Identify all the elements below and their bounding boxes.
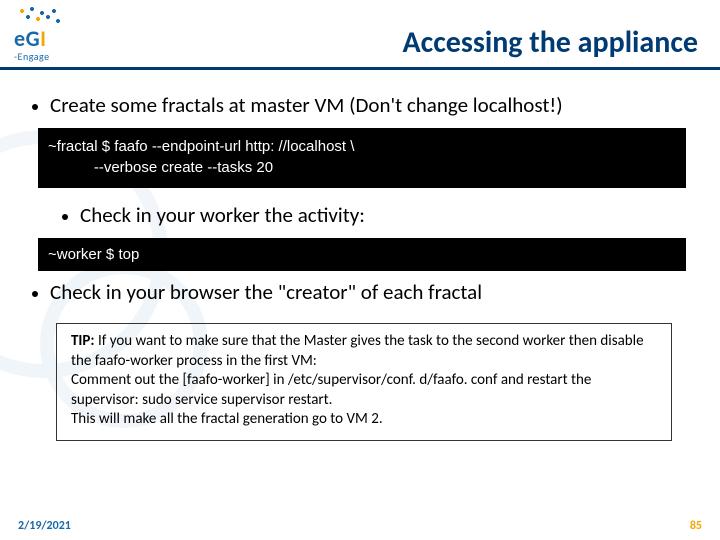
bullet-dot-icon [62,214,68,220]
logo-dots-icon [14,5,74,27]
footer-page-number: 85 [690,519,702,533]
logo: eGI -Engage [14,5,74,67]
bullet-1-text: Create some fractals at master VM (Don't… [50,92,563,118]
code-block-2: ~worker $ top [38,238,686,271]
code-block-1: ~fractal $ faafo --endpoint-url http: //… [38,128,686,188]
logo-subtitle: -Engage [14,50,50,63]
footer: 2/19/2021 85 [0,512,720,540]
footer-date: 2/19/2021 [18,519,71,533]
bullet-dot-icon [32,291,38,297]
bullet-3-text: Check in your browser the "creator" of e… [50,279,482,305]
bullet-1: Create some fractals at master VM (Don't… [32,92,692,118]
tip-lead: TIP: [71,332,95,350]
bullet-2-text: Check in your worker the activity: [80,202,365,228]
bullet-dot-icon [32,104,38,110]
bullet-2: Check in your worker the activity: [62,202,692,228]
tip-box: TIP: If you want to make sure that the M… [56,323,672,441]
slide-content: Create some fractals at master VM (Don't… [0,70,720,441]
bullet-3: Check in your browser the "creator" of e… [32,279,692,305]
tip-body: If you want to make sure that the Master… [71,332,644,428]
header-bar: eGI -Engage Accessing the appliance [0,0,720,70]
page-title: Accessing the appliance [403,24,699,67]
logo-text: eGI [14,25,46,52]
